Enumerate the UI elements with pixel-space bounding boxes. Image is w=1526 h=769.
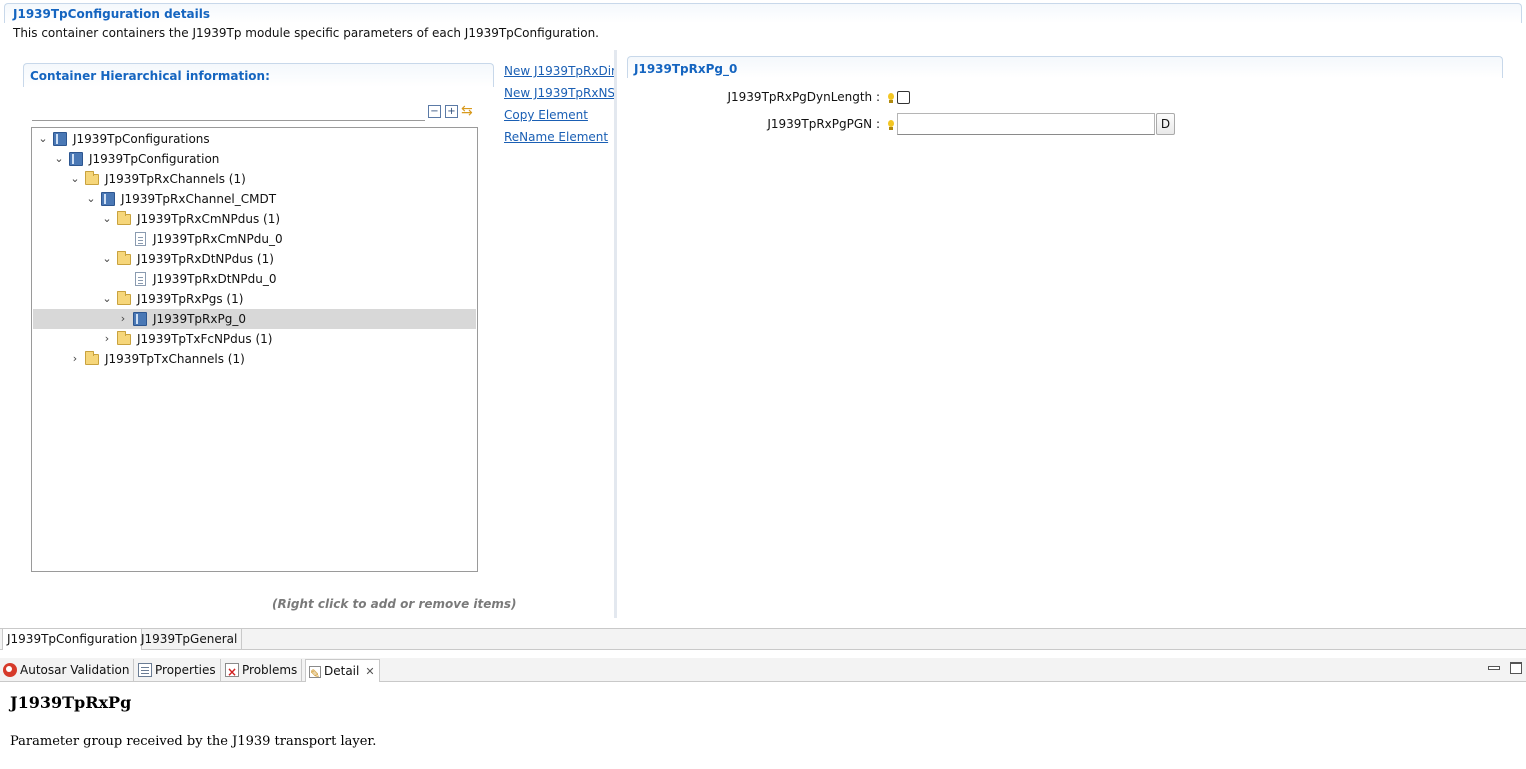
- tree-item-label: J1939TpRxPg_0: [153, 312, 246, 326]
- folder-icon: [117, 291, 131, 305]
- tab-label: Properties: [155, 663, 216, 677]
- folder-icon: [117, 251, 131, 265]
- pgn-default-button[interactable]: D: [1156, 113, 1175, 135]
- editor-header: J1939TpConfiguration details This contai…: [0, 0, 1526, 46]
- editor-page-tabs: J1939TpConfiguration J1939TpGeneral: [0, 628, 1526, 650]
- folder-icon: [85, 171, 99, 185]
- doc-title: J1939TpRxPg: [10, 693, 132, 712]
- new-rxdir-link[interactable]: New J1939TpRxDir: [504, 63, 614, 85]
- chevron-right-icon[interactable]: ›: [69, 349, 81, 369]
- new-rxns-link[interactable]: New J1939TpRxNS: [504, 85, 614, 107]
- tree-item-rxdtnpdu-0[interactable]: J1939TpRxDtNPdu_0: [33, 269, 476, 289]
- tree-item-rxcmnpdus[interactable]: ⌄ J1939TpRxCmNPdus (1): [33, 209, 476, 229]
- chevron-down-icon[interactable]: ⌄: [85, 189, 97, 209]
- module-book-icon: [133, 312, 147, 326]
- maximize-icon[interactable]: [1510, 662, 1522, 674]
- problems-icon: [225, 661, 239, 683]
- chevron-down-icon[interactable]: ⌄: [101, 289, 113, 309]
- lightbulb-icon[interactable]: [887, 93, 895, 104]
- tree-item-label: J1939TpRxCmNPdus (1): [137, 212, 281, 226]
- page-title: J1939TpConfiguration details: [4, 3, 1522, 23]
- folder-icon: [85, 351, 99, 365]
- doc-description: Parameter group received by the J1939 tr…: [10, 734, 377, 749]
- tree-item-label: J1939TpRxChannels (1): [105, 172, 246, 186]
- tree-item-label: J1939TpConfigurations: [73, 132, 210, 146]
- page-description: This container containers the J1939Tp mo…: [13, 26, 599, 40]
- collapse-all-icon[interactable]: −: [428, 105, 441, 118]
- tab-label: Problems: [242, 663, 298, 677]
- pgn-label: J1939TpRxPgPGN :: [767, 117, 880, 131]
- tree-item-j1939tpconfiguration[interactable]: ⌄ J1939TpConfiguration: [33, 149, 476, 169]
- tree-item-txchannels[interactable]: › J1939TpTxChannels (1): [33, 349, 476, 369]
- tree-item-label: J1939TpTxFcNPdus (1): [137, 332, 273, 346]
- tab-properties[interactable]: Properties: [135, 659, 221, 682]
- tree-item-label: J1939TpRxDtNPdu_0: [153, 272, 277, 286]
- tab-problems[interactable]: Problems: [222, 659, 303, 683]
- tab-detail[interactable]: Detail ✕: [305, 659, 380, 685]
- module-book-icon: [53, 132, 67, 146]
- chevron-down-icon[interactable]: ⌄: [101, 249, 113, 269]
- tree-item-rxchannel-cmdt[interactable]: ⌄ J1939TpRxChannel_CMDT: [33, 189, 476, 209]
- action-links: New J1939TpRxDir New J1939TpRxNS Copy El…: [504, 63, 614, 151]
- tab-j1939tpgeneral[interactable]: J1939TpGeneral: [137, 629, 243, 650]
- hierarchy-tree[interactable]: ⌄ J1939TpConfigurations ⌄ J1939TpConfigu…: [31, 127, 478, 572]
- tab-j1939tpconfiguration[interactable]: J1939TpConfiguration: [2, 629, 143, 650]
- tree-item-label: J1939TpRxDtNPdus (1): [137, 252, 274, 266]
- tree-item-label: J1939TpRxPgs (1): [137, 292, 244, 306]
- chevron-right-icon[interactable]: ›: [101, 329, 113, 349]
- hierarchy-panel: Container Hierarchical information: − + …: [23, 63, 494, 583]
- tab-autosar-validation[interactable]: Autosar Validation: [0, 659, 135, 682]
- link-sync-icon[interactable]: ⇆: [461, 103, 477, 119]
- tree-item-label: J1939TpConfiguration: [89, 152, 220, 166]
- detail-icon: [309, 663, 321, 685]
- element-title: J1939TpRxPg_0: [627, 56, 1503, 78]
- lightbulb-icon[interactable]: [887, 120, 895, 131]
- module-book-icon: [101, 192, 115, 206]
- chevron-down-icon[interactable]: ⌄: [69, 169, 81, 189]
- tree-item-rxpg-0[interactable]: › J1939TpRxPg_0: [33, 309, 476, 329]
- panel-splitter[interactable]: [614, 50, 617, 618]
- tree-item-rxchannels[interactable]: ⌄ J1939TpRxChannels (1): [33, 169, 476, 189]
- rename-element-link[interactable]: ReName Element: [504, 129, 614, 151]
- folder-icon: [117, 331, 131, 345]
- file-icon: [135, 232, 146, 246]
- tree-item-rxdtnpdus[interactable]: ⌄ J1939TpRxDtNPdus (1): [33, 249, 476, 269]
- element-detail-panel: J1939TpRxPg_0 J1939TpRxPgDynLength : J19…: [627, 56, 1503, 616]
- dyn-length-label: J1939TpRxPgDynLength :: [727, 90, 880, 104]
- tab-label: Autosar Validation: [20, 663, 130, 677]
- expand-all-icon[interactable]: +: [445, 105, 458, 118]
- chevron-down-icon[interactable]: ⌄: [101, 209, 113, 229]
- tree-item-rxpgs[interactable]: ⌄ J1939TpRxPgs (1): [33, 289, 476, 309]
- minimize-icon[interactable]: [1487, 662, 1500, 674]
- tree-filter-input[interactable]: [32, 101, 425, 121]
- chevron-down-icon[interactable]: ⌄: [37, 129, 49, 149]
- hierarchy-title: Container Hierarchical information:: [23, 63, 494, 87]
- properties-icon: [138, 663, 152, 677]
- tree-item-j1939tpconfigurations[interactable]: ⌄ J1939TpConfigurations: [33, 129, 476, 149]
- copy-element-link[interactable]: Copy Element: [504, 107, 614, 129]
- tree-item-rxcmnpdu-0[interactable]: J1939TpRxCmNPdu_0: [33, 229, 476, 249]
- validation-icon: [3, 663, 17, 677]
- file-icon: [135, 272, 146, 286]
- tree-item-label: J1939TpTxChannels (1): [105, 352, 245, 366]
- chevron-down-icon[interactable]: ⌄: [53, 149, 65, 169]
- pgn-input[interactable]: [897, 113, 1155, 135]
- tree-item-label: J1939TpRxCmNPdu_0: [153, 232, 283, 246]
- dyn-length-checkbox[interactable]: [897, 91, 910, 104]
- tree-hint: (Right click to add or remove items): [272, 597, 517, 611]
- module-book-icon: [69, 152, 83, 166]
- tree-item-txfcnpdus[interactable]: › J1939TpTxFcNPdus (1): [33, 329, 476, 349]
- folder-icon: [117, 211, 131, 225]
- tab-label: Detail: [324, 664, 360, 678]
- close-icon[interactable]: ✕: [365, 665, 374, 678]
- views-tab-strip: Autosar Validation Properties Problems D…: [0, 658, 1526, 685]
- tree-item-label: J1939TpRxChannel_CMDT: [121, 192, 277, 206]
- chevron-right-icon[interactable]: ›: [117, 309, 129, 329]
